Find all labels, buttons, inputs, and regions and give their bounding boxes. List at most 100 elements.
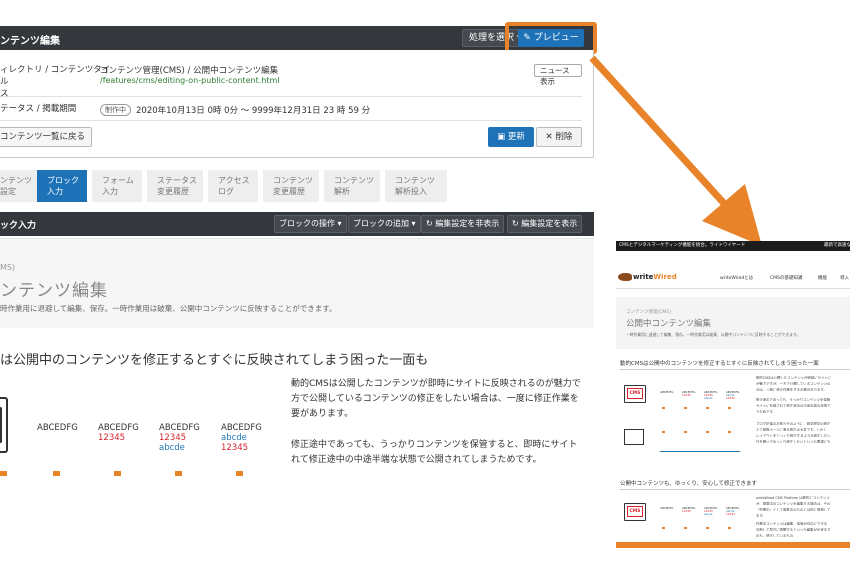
page-hero: MS) ンテンツ編集 時作業用に退避して編集、保存。一時作業用は破棄、公開中コン… — [0, 238, 594, 328]
tab-content-history[interactable]: コンテンツ 変更履歴 — [263, 170, 319, 202]
arrow-line — [589, 55, 733, 213]
block-input-bar: ック入力 ブロックの操作 ▾ ブロックの追加 ▾ ↻ 編集設定を非表示 ↻ 編集… — [0, 212, 594, 236]
tab-content-analysis[interactable]: コンテンツ 解析 — [324, 170, 380, 202]
preview-brand: writeWired — [633, 273, 677, 281]
tab-label: ンテンツ — [0, 176, 32, 185]
preview-bottom-bar — [616, 542, 850, 548]
arrow-head — [702, 184, 762, 246]
preview-navbar: writeWired writeWiredとは CMSの基礎知識 機能 導入 — [616, 251, 850, 289]
preview-nav-item: 機能 — [818, 276, 827, 281]
tab-label: コンテンツ — [273, 176, 313, 185]
directory-label-line1: ィレクトリ / コンテンツタイ — [0, 65, 111, 75]
tab-label: 解析 — [334, 187, 350, 196]
preview-text-line: 作業中コンテンツは編集、保管が自由にできる — [756, 522, 828, 525]
cms-editor-panel: ンテンツ編集 処理を選択 ▾ ✎ プレビュー ィレクトリ / コンテンツタイ ル… — [0, 22, 597, 328]
version-text: 12345 — [98, 433, 126, 443]
block-add-dropdown[interactable]: ブロックの追加 ▾ — [348, 215, 421, 233]
preview-text-line: のも、修正しているもの — [756, 534, 794, 537]
tab-label: ブロック — [47, 176, 79, 185]
hero-title: ンテンツ編集 — [0, 281, 108, 301]
version-text: ABCEDFG — [98, 423, 139, 433]
tab-content-settings[interactable]: ンテンツ 設定 — [0, 170, 40, 202]
preview-marker — [684, 407, 687, 409]
article-heading: は公開中のコンテンツを修正するとすぐに反映されてしまう困った一面も — [0, 353, 429, 368]
tab-label: 解析投入 — [395, 187, 427, 196]
tab-label: 入力 — [102, 187, 118, 196]
content-url[interactable]: /features/cms/editing-on-public-content.… — [100, 76, 279, 85]
tab-block-input[interactable]: ブロック 入力 — [37, 170, 87, 202]
delete-button[interactable]: ✕ 削除 — [536, 127, 582, 147]
preview-version: ABCEDFG 12345 abcde — [704, 390, 718, 401]
preview-marker — [706, 407, 709, 409]
hide-edit-settings-button[interactable]: ↻ 編集設定を非表示 — [421, 215, 505, 233]
version-text: 12345 — [221, 443, 249, 453]
preview-text-line: 中断して翌日に再開するといった編集が出来ます — [756, 528, 831, 531]
text-version-4: ABCEDFG abcde 12345 — [221, 423, 262, 453]
preview-hero: コンテンツ管理(CMS) 公開中コンテンツ編集 一時作業用に退避して編集、保存。… — [616, 297, 850, 349]
preview-marker — [662, 431, 665, 433]
status-badge: 制作中 — [100, 104, 131, 116]
directory-label: ィレクトリ / コンテンツタイ ル ス — [0, 64, 110, 100]
tab-label: アクセス — [218, 176, 250, 185]
timeline-line — [660, 451, 740, 452]
preview-text-line: が、掲載中のコンテンツを編集する場合は、その — [756, 502, 831, 505]
preview-text-line: ます。 — [756, 514, 766, 517]
cms-icon: CMS — [624, 503, 646, 521]
tab-access-log[interactable]: アクセス ログ — [208, 170, 258, 202]
update-button[interactable]: ▣ 更新 — [488, 127, 534, 147]
tab-label: 入力 — [47, 187, 63, 196]
caret-down-icon: ▾ — [411, 219, 416, 228]
text-version-1: ABCEDFG — [37, 423, 78, 433]
preview-topbar-text: CMSとデジタルマーケティング機能を統合。ライトワイヤード — [619, 243, 746, 248]
article-paragraph-2: 修正途中であっても、うっかりコンテンツを保管すると、即時にサイト れて修正途中の… — [291, 440, 578, 465]
publish-period: 2020年10月13日 0時 0分 〜 9999年12月31日 23 時 59 … — [136, 106, 371, 116]
preview-nav-item: 導入 — [840, 276, 849, 281]
content-meta-panel: ィレクトリ / コンテンツタイ ル ス コンテンツ管理(CMS) / 公開中コン… — [0, 50, 594, 158]
preview-marker — [706, 527, 709, 529]
preview-marker — [706, 431, 709, 433]
cms-icon: CMS — [624, 385, 646, 403]
preview-version: ABCEDFG 12345 abcde — [704, 506, 718, 517]
block-ops-dropdown[interactable]: ブロックの操作 ▾ — [274, 215, 347, 233]
preview-marker — [684, 527, 687, 529]
preview-topbar-right: 最新で高速なCMS — [824, 243, 850, 248]
version-text: 12345 — [159, 433, 187, 443]
orange-marker — [175, 471, 182, 476]
preview-text-line: えて複数ページに渡る修正は大変です。しかし — [756, 428, 827, 431]
tab-label: コンテンツ — [334, 176, 374, 185]
tab-status-history[interactable]: ステータス 変更履歴 — [147, 170, 203, 202]
preview-version: ABCEDFG 12345 — [682, 390, 696, 398]
text-version-2: ABCEDFG 12345 — [98, 423, 139, 443]
block-add-label: ブロックの追加 — [353, 219, 409, 228]
news-display-button[interactable]: ニュース表示 — [534, 64, 582, 86]
orange-marker — [236, 471, 243, 476]
tab-label: 設定 — [0, 187, 16, 196]
version-text: abcde — [221, 433, 247, 443]
save-icon: ▣ — [497, 132, 506, 142]
directory-label-line2: ル — [0, 77, 9, 87]
preview-section-heading-1: 動的CMSは公開中のコンテンツを修正するとすぐに反映されてしまう困った一面 — [620, 359, 850, 370]
tab-form-input[interactable]: フォーム 入力 — [92, 170, 142, 202]
preview-version: ABCEDFG 12345 — [682, 506, 696, 514]
back-to-list-button[interactable]: コンテンツ一覧に戻る — [0, 127, 92, 147]
caret-down-icon: ▾ — [337, 219, 342, 228]
orange-marker — [114, 471, 121, 476]
preview-nav-item: writeWiredとは — [720, 276, 754, 281]
preview-thumbnail: CMSとデジタルマーケティング機能を統合。ライトワイヤード 最新で高速なCMS … — [616, 241, 850, 548]
preview-text-line: が魅力ですが、一方で公開しているコンテンツの — [756, 382, 831, 385]
preview-version: ABCEDFG abcde 12345 — [726, 390, 740, 401]
preview-text-line: サイトに反映されて修正途中の中途半端な状態で — [756, 404, 831, 407]
preview-text-line: レイアウトをじっくり修正するような修正したい — [756, 434, 831, 437]
brand-part: write — [633, 273, 654, 281]
show-edit-settings-button[interactable]: ↻ 編集設定を表示 — [507, 215, 583, 233]
refresh-icon: ↻ — [512, 219, 519, 228]
version-text: abcde — [159, 443, 185, 453]
refresh-icon: ↻ — [426, 219, 433, 228]
tab-label: コンテンツ — [395, 176, 435, 185]
preview-text-line: うためです。 — [756, 410, 777, 413]
preview-topbar: CMSとデジタルマーケティング機能を統合。ライトワイヤード 最新で高速なCMS — [616, 241, 850, 251]
tab-content-analysis-input[interactable]: コンテンツ 解析投入 — [385, 170, 447, 202]
text-version-3: ABCEDFG 12345 abcde — [159, 423, 200, 453]
preview-nav-item: CMSの基礎知識 — [770, 276, 803, 281]
status-row: テータス / 掲載期間 制作中 2020年10月13日 0時 0分 〜 9999… — [0, 97, 582, 121]
